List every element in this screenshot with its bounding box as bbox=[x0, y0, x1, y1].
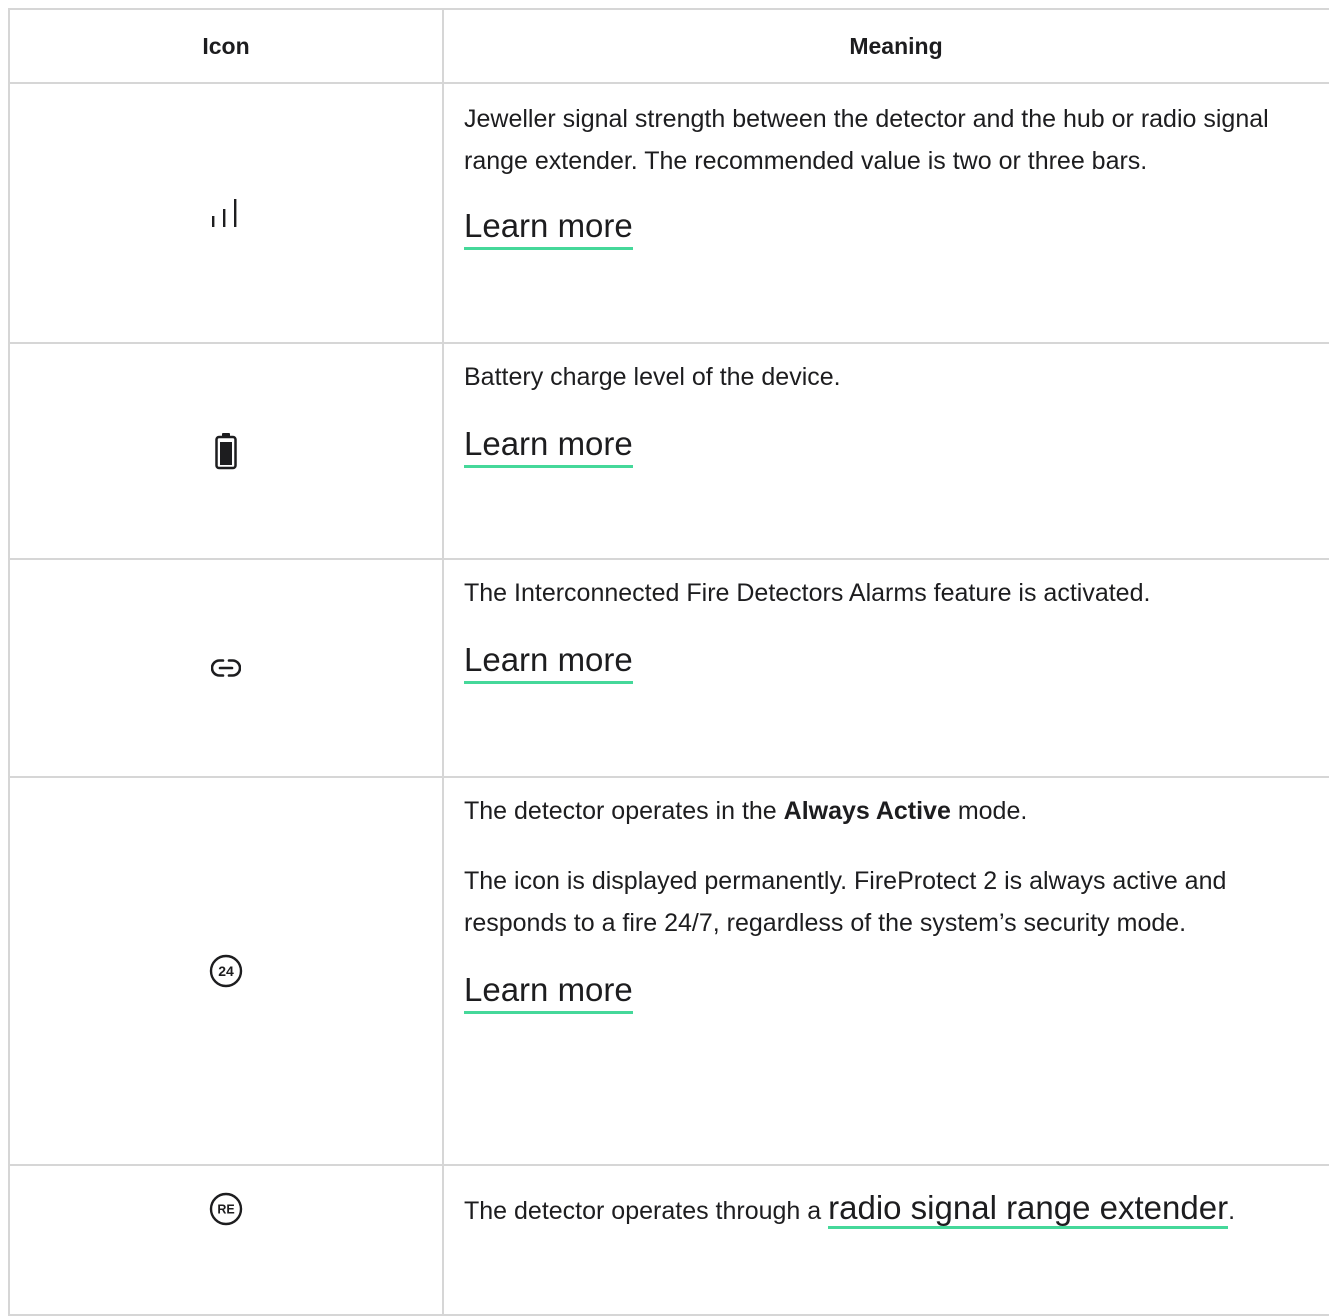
table-row: 24 The detector operates in the Always A… bbox=[8, 776, 1329, 1166]
table-header-row: Icon Meaning bbox=[8, 8, 1329, 84]
svg-text:24: 24 bbox=[218, 963, 234, 979]
meaning-column-header: Meaning bbox=[442, 8, 1329, 84]
range-extender-link[interactable]: radio signal range extender bbox=[828, 1189, 1229, 1229]
icon-cell bbox=[8, 342, 444, 560]
icon-column-header: Icon bbox=[8, 8, 444, 84]
icons-table-container: Icon Meaning Jeweller signal strength be… bbox=[8, 8, 1329, 1316]
learn-more-link[interactable]: Learn more bbox=[464, 970, 633, 1014]
table-row: Jeweller signal strength between the det… bbox=[8, 82, 1329, 344]
icon-cell bbox=[8, 82, 444, 344]
learn-more-link[interactable]: Learn more bbox=[464, 640, 633, 684]
icons-table: Icon Meaning Jeweller signal strength be… bbox=[8, 8, 1329, 1316]
icon-cell: RE bbox=[8, 1164, 444, 1316]
link-icon bbox=[211, 656, 241, 680]
interconnected-description: The Interconnected Fire Detectors Alarms… bbox=[464, 579, 1151, 607]
table-row: RE The detector operates through a radio… bbox=[8, 1164, 1329, 1316]
learn-more-link[interactable]: Learn more bbox=[464, 424, 633, 468]
always-active-24-icon: 24 bbox=[209, 954, 243, 988]
always-active-description: The detector operates in the Always Acti… bbox=[464, 797, 1028, 825]
battery-icon bbox=[214, 432, 238, 470]
meaning-cell: Battery charge level of the device. Lear… bbox=[442, 342, 1329, 560]
always-active-details: The icon is displayed permanently. FireP… bbox=[464, 867, 1227, 937]
icon-cell bbox=[8, 558, 444, 778]
always-active-mode-name: Always Active bbox=[783, 797, 951, 825]
meaning-cell: Jeweller signal strength between the det… bbox=[442, 82, 1329, 344]
svg-text:RE: RE bbox=[217, 1203, 234, 1217]
meaning-cell: The detector operates through a radio si… bbox=[442, 1164, 1329, 1316]
battery-description: Battery charge level of the device. bbox=[464, 363, 841, 391]
table-row: The Interconnected Fire Detectors Alarms… bbox=[8, 558, 1329, 778]
signal-strength-icon bbox=[209, 196, 243, 230]
signal-strength-description: Jeweller signal strength between the det… bbox=[464, 105, 1269, 175]
icon-cell: 24 bbox=[8, 776, 444, 1166]
meaning-cell: The detector operates in the Always Acti… bbox=[442, 776, 1329, 1166]
learn-more-link[interactable]: Learn more bbox=[464, 206, 633, 250]
table-row: Battery charge level of the device. Lear… bbox=[8, 342, 1329, 560]
range-extender-description: The detector operates through a radio si… bbox=[464, 1180, 1324, 1239]
meaning-cell: The Interconnected Fire Detectors Alarms… bbox=[442, 558, 1329, 778]
range-extender-icon: RE bbox=[209, 1192, 243, 1226]
